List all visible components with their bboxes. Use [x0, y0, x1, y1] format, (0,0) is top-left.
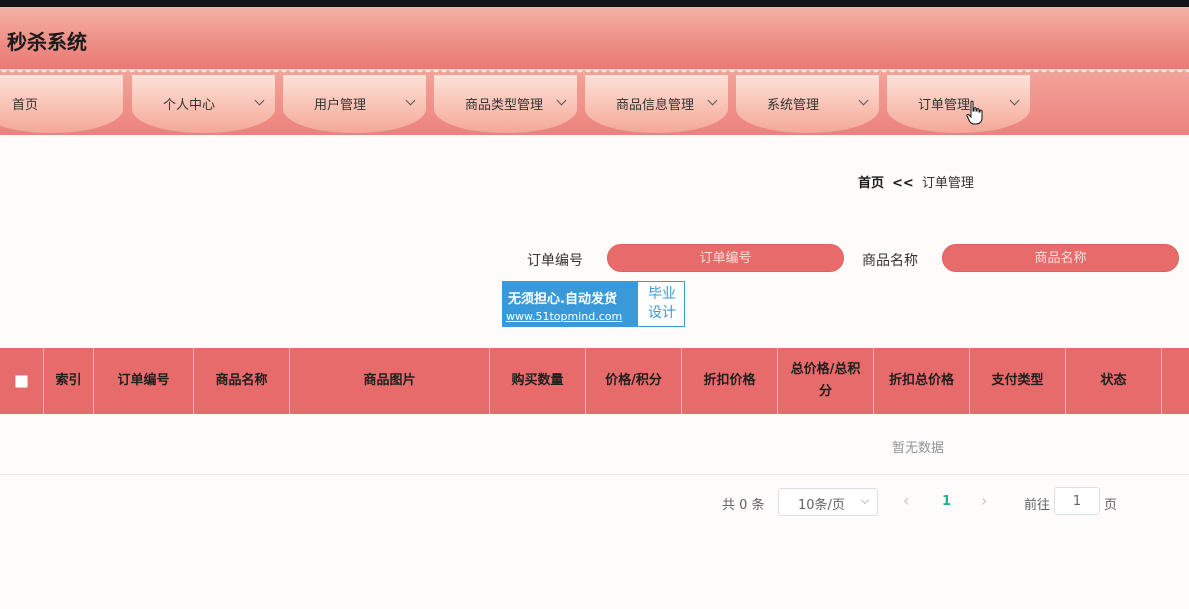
- breadcrumb-separator: <<: [892, 176, 914, 191]
- hand-cursor-icon: [966, 100, 983, 125]
- column-header-overflow: [1162, 348, 1189, 414]
- column-header: 折扣总价格: [874, 348, 970, 414]
- nav-item-system-management[interactable]: 系统管理: [736, 75, 879, 133]
- breadcrumb: 首页 << 订单管理: [858, 172, 974, 191]
- product-name-input[interactable]: [942, 244, 1179, 272]
- watermark-url: www.51topmind.com: [506, 310, 623, 323]
- nav-item-product-type-management[interactable]: 商品类型管理: [434, 75, 577, 133]
- nav-item-label: 个人中心: [163, 98, 216, 113]
- table-empty-row: [0, 414, 1189, 475]
- product-name-label: 商品名称: [862, 253, 918, 269]
- nav-item-user-management[interactable]: 用户管理: [283, 75, 426, 133]
- next-page-icon[interactable]: ›: [981, 491, 987, 510]
- chevron-down-icon: [707, 95, 718, 106]
- page-size-value: 10条/页: [798, 498, 845, 513]
- order-no-input[interactable]: [607, 244, 844, 272]
- page-number-current[interactable]: 1: [942, 494, 951, 509]
- column-header: 商品图片: [290, 348, 490, 414]
- column-header: 购买数量: [490, 348, 586, 414]
- column-header: 订单编号: [94, 348, 194, 414]
- column-header: 支付类型: [970, 348, 1066, 414]
- chevron-down-icon: [556, 95, 567, 106]
- breadcrumb-home[interactable]: 首页: [858, 176, 884, 191]
- app-title: 秒杀系统: [7, 30, 87, 54]
- nav-item-label: 商品信息管理: [616, 98, 695, 113]
- pagination-total: 共 0 条: [722, 498, 765, 513]
- nav-item-product-info-management[interactable]: 商品信息管理: [585, 75, 728, 133]
- column-header: 总价格/总积分: [778, 348, 874, 414]
- select-all-checkbox[interactable]: [15, 374, 28, 388]
- nav-item-personal-center[interactable]: 个人中心: [132, 75, 275, 133]
- watermark-left-panel: 无须担心.自动发货 www.51topmind.com: [503, 282, 638, 326]
- nav-item-order-management[interactable]: 订单管理: [887, 75, 1030, 133]
- table-header: 索引 订单编号 商品名称 商品图片 购买数量 价格/积分 折扣价格 总价格/总积…: [0, 348, 1189, 414]
- goto-page-input[interactable]: [1054, 487, 1100, 515]
- select-all-cell: [0, 348, 44, 414]
- nav-item-label: 商品类型管理: [465, 98, 544, 113]
- order-no-label: 订单编号: [527, 253, 583, 269]
- goto-label: 前往: [1024, 498, 1051, 513]
- column-header: 折扣价格: [682, 348, 778, 414]
- chevron-down-icon: [254, 95, 265, 106]
- column-header: 状态: [1066, 348, 1162, 414]
- watermark-right-line2: 设计: [648, 305, 676, 321]
- app-header: 秒杀系统: [0, 7, 1189, 69]
- nav-item-label: 首页: [12, 98, 39, 113]
- watermark-right-panel: 毕业 设计: [642, 285, 682, 323]
- column-header: 商品名称: [194, 348, 290, 414]
- chevron-down-icon: [858, 95, 869, 106]
- empty-state-text: 暂无数据: [892, 441, 945, 456]
- column-header: 价格/积分: [586, 348, 682, 414]
- chevron-down-icon: [405, 95, 416, 106]
- chevron-down-icon: [860, 495, 870, 505]
- nav-item-label: 订单管理: [918, 98, 971, 113]
- prev-page-icon[interactable]: ‹: [903, 491, 909, 510]
- main-nav: 首页 个人中心 用户管理 商品类型管理 商品信息管理 系统管理 订单管理: [0, 69, 1189, 135]
- chevron-down-icon: [1009, 95, 1020, 106]
- page-size-select[interactable]: 10条/页: [778, 488, 878, 516]
- watermark-right-line1: 毕业: [648, 286, 676, 302]
- nav-item-home[interactable]: 首页: [0, 75, 123, 133]
- watermark-slogan: 无须担心.自动发货: [508, 292, 617, 307]
- nav-item-label: 用户管理: [314, 98, 367, 113]
- page-unit-label: 页: [1104, 498, 1118, 513]
- nav-item-label: 系统管理: [767, 98, 820, 113]
- window-top-bar: [0, 0, 1189, 7]
- watermark-banner: 无须担心.自动发货 www.51topmind.com 毕业 设计: [502, 281, 685, 327]
- breadcrumb-current: 订单管理: [921, 176, 974, 191]
- column-header: 索引: [44, 348, 94, 414]
